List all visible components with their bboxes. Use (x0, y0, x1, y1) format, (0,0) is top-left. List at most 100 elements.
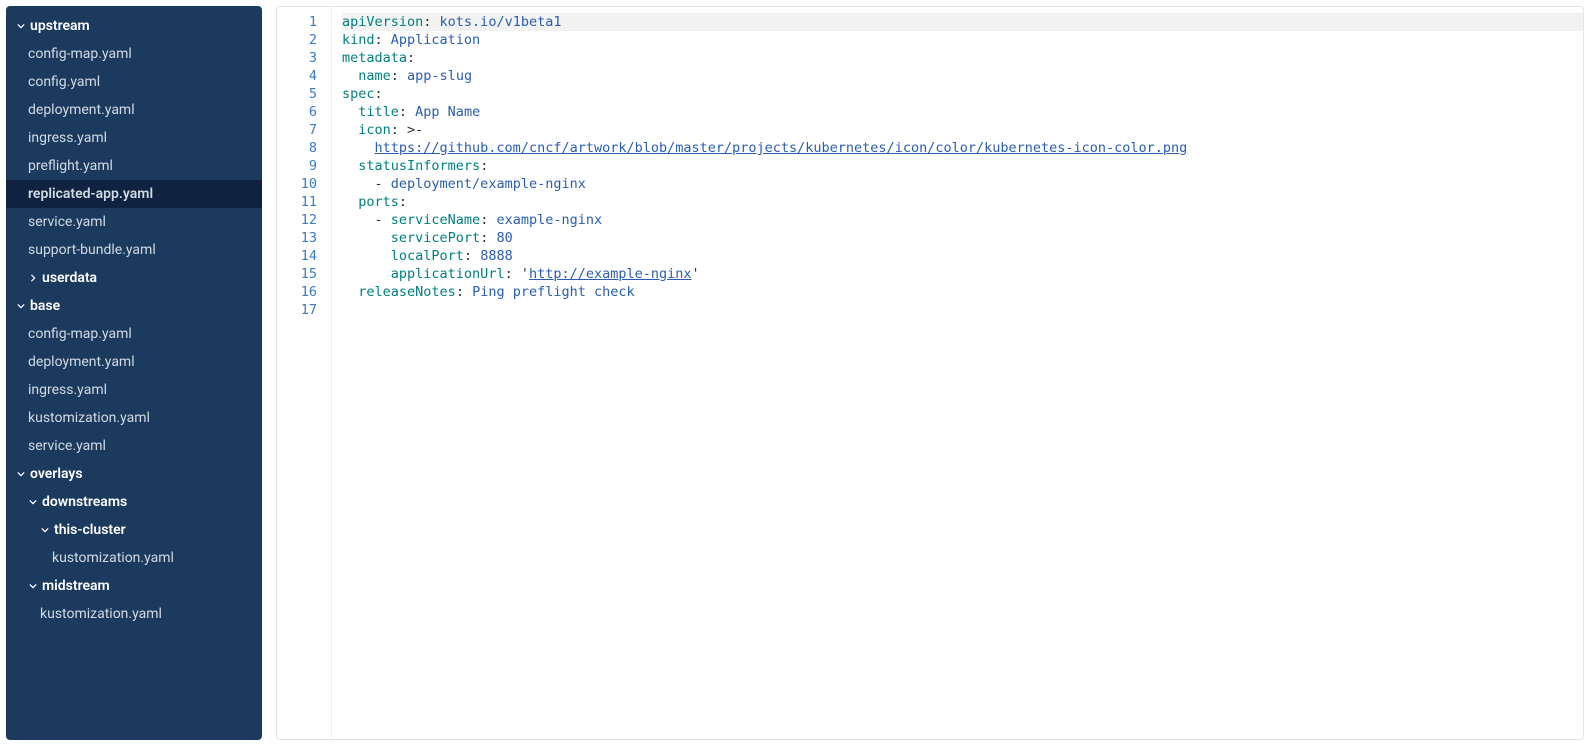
token-num: 8888 (480, 248, 513, 264)
folder-midstream[interactable]: midstream (6, 572, 262, 600)
folder-downstreams[interactable]: downstreams (6, 488, 262, 516)
folder-this-cluster[interactable]: this-cluster (6, 516, 262, 544)
token-punc: : (375, 86, 383, 102)
folder-upstream[interactable]: upstream (6, 12, 262, 40)
line-number: 13 (277, 229, 317, 247)
code-line[interactable]: title: App Name (342, 103, 1583, 121)
folder-userdata[interactable]: userdata (6, 264, 262, 292)
line-number: 16 (277, 283, 317, 301)
tree-item-label: userdata (42, 270, 97, 286)
code-line[interactable]: applicationUrl: 'http://example-nginx' (342, 265, 1583, 283)
code-line[interactable]: servicePort: 80 (342, 229, 1583, 247)
code-line[interactable]: - deployment/example-nginx (342, 175, 1583, 193)
token-key: servicePort (391, 230, 480, 246)
tree-item-label: this-cluster (54, 522, 126, 538)
tree-item-label: config-map.yaml (28, 326, 132, 342)
tree-item-label: base (30, 298, 60, 314)
code-editor[interactable]: 1234567891011121314151617 apiVersion: ko… (276, 6, 1584, 740)
chevron-down-icon (16, 301, 26, 311)
file-deployment-upstream[interactable]: deployment.yaml (6, 96, 262, 124)
token-punc: : (480, 158, 488, 174)
token-punc: : (399, 194, 407, 210)
tree-item-label: replicated-app.yaml (28, 186, 153, 202)
chevron-down-icon (28, 581, 38, 591)
file-service-upstream[interactable]: service.yaml (6, 208, 262, 236)
code-line[interactable]: releaseNotes: Ping preflight check (342, 283, 1583, 301)
token-url: https://github.com/cncf/artwork/blob/mas… (375, 140, 1188, 156)
file-ingress-upstream[interactable]: ingress.yaml (6, 124, 262, 152)
chevron-right-icon (28, 273, 38, 283)
file-replicated-app[interactable]: replicated-app.yaml (6, 180, 262, 208)
chevron-down-icon (40, 525, 50, 535)
folder-base[interactable]: base (6, 292, 262, 320)
file-kustomization-cluster[interactable]: kustomization.yaml (6, 544, 262, 572)
line-number: 7 (277, 121, 317, 139)
token-key: statusInformers (358, 158, 480, 174)
tree-item-label: upstream (30, 18, 90, 34)
code-line[interactable]: name: app-slug (342, 67, 1583, 85)
code-line[interactable]: https://github.com/cncf/artwork/blob/mas… (342, 139, 1583, 157)
file-config-map[interactable]: config-map.yaml (6, 40, 262, 68)
token-punc: : (391, 68, 407, 84)
token-val: kots.io/v1beta1 (440, 14, 562, 30)
token-punc: - (375, 212, 391, 228)
tree-item-label: downstreams (42, 494, 127, 510)
line-number: 6 (277, 103, 317, 121)
token-key: releaseNotes (358, 284, 456, 300)
code-line[interactable]: statusInformers: (342, 157, 1583, 175)
chevron-down-icon (28, 497, 38, 507)
token-punc: : (480, 230, 496, 246)
code-content[interactable]: apiVersion: kots.io/v1beta1kind: Applica… (331, 7, 1583, 739)
token-punc: : (456, 284, 472, 300)
token-key: metadata (342, 50, 407, 66)
tree-item-label: config-map.yaml (28, 46, 132, 62)
code-line[interactable]: spec: (342, 85, 1583, 103)
token-val: Application (391, 32, 480, 48)
tree-item-label: ingress.yaml (28, 382, 107, 398)
file-kustomization-base[interactable]: kustomization.yaml (6, 404, 262, 432)
line-number: 14 (277, 247, 317, 265)
file-config-map-base[interactable]: config-map.yaml (6, 320, 262, 348)
token-str: ' (692, 266, 700, 282)
tree-item-label: config.yaml (28, 74, 100, 90)
tree-item-label: kustomization.yaml (28, 410, 150, 426)
token-key: ports (358, 194, 399, 210)
line-number-gutter: 1234567891011121314151617 (277, 7, 331, 739)
token-url: http://example-nginx (529, 266, 692, 282)
token-val: Ping preflight check (472, 284, 635, 300)
token-key: name (358, 68, 391, 84)
line-number: 12 (277, 211, 317, 229)
token-val: deployment/example-nginx (391, 176, 586, 192)
token-val: App Name (415, 104, 480, 120)
tree-item-label: deployment.yaml (28, 102, 135, 118)
code-line[interactable]: - serviceName: example-nginx (342, 211, 1583, 229)
token-key: localPort (391, 248, 464, 264)
file-support-bundle[interactable]: support-bundle.yaml (6, 236, 262, 264)
token-key: spec (342, 86, 375, 102)
tree-item-label: overlays (30, 466, 83, 482)
code-line[interactable]: localPort: 8888 (342, 247, 1583, 265)
line-number: 17 (277, 301, 317, 319)
tree-item-label: kustomization.yaml (52, 550, 174, 566)
file-deployment-base[interactable]: deployment.yaml (6, 348, 262, 376)
code-line[interactable] (342, 301, 1583, 319)
code-line[interactable]: ports: (342, 193, 1583, 211)
code-line[interactable]: icon: >- (342, 121, 1583, 139)
file-service-base[interactable]: service.yaml (6, 432, 262, 460)
line-number: 3 (277, 49, 317, 67)
token-punc: - (375, 176, 391, 192)
chevron-down-icon (16, 21, 26, 31)
token-punc: : (407, 50, 415, 66)
line-number: 10 (277, 175, 317, 193)
file-ingress-base[interactable]: ingress.yaml (6, 376, 262, 404)
file-config[interactable]: config.yaml (6, 68, 262, 96)
code-line[interactable]: metadata: (342, 49, 1583, 67)
code-line[interactable]: apiVersion: kots.io/v1beta1 (342, 13, 1583, 31)
file-preflight[interactable]: preflight.yaml (6, 152, 262, 180)
line-number: 1 (277, 13, 317, 31)
token-key: applicationUrl (391, 266, 505, 282)
code-line[interactable]: kind: Application (342, 31, 1583, 49)
folder-overlays[interactable]: overlays (6, 460, 262, 488)
file-kustomization-midstream[interactable]: kustomization.yaml (6, 600, 262, 628)
line-number: 11 (277, 193, 317, 211)
